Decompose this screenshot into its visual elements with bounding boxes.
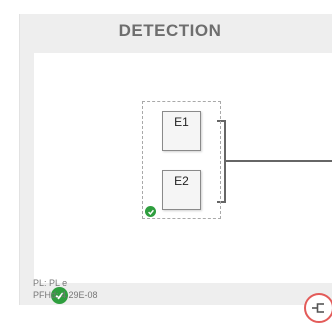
block-e1-label: E1 [174, 115, 189, 129]
diagram-canvas: E1 E2 [34, 53, 332, 323]
panel-title: DETECTION [118, 21, 222, 40]
split-channel-icon [312, 303, 324, 313]
pfhd-value: PFHd: 4.29E-08 [33, 290, 98, 300]
block-e1[interactable]: E1 [162, 111, 201, 151]
block-e2-label: E2 [174, 174, 189, 188]
split-channel-button[interactable] [304, 293, 332, 323]
check-circle-icon [145, 206, 156, 217]
pl-value: PL: PL e [33, 278, 68, 288]
detection-panel: DETECTION E1 E2 [19, 14, 332, 323]
block-e2[interactable]: E2 [162, 170, 201, 210]
